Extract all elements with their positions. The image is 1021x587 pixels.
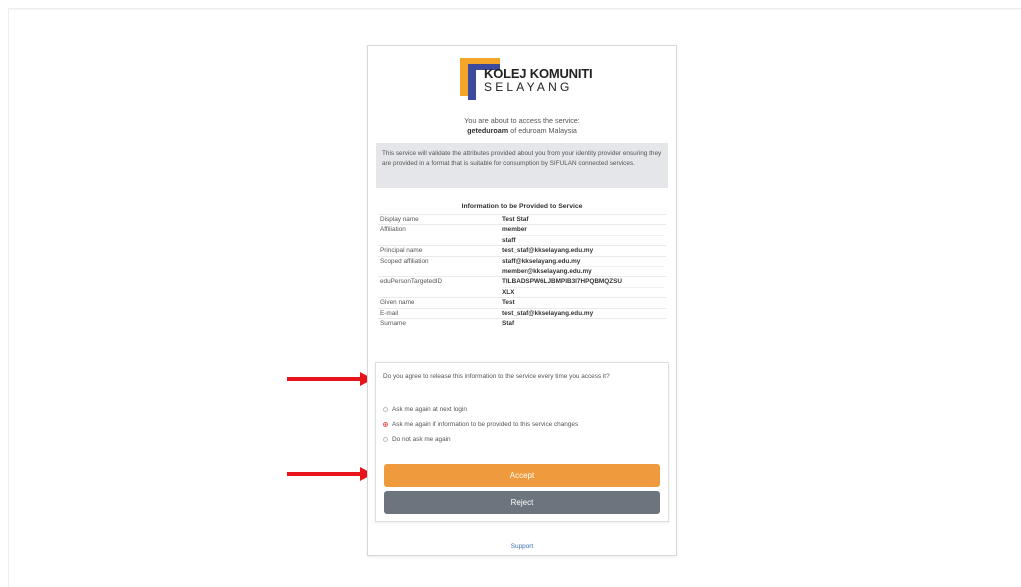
logo-line1: KOLEJ KOMUNITI xyxy=(484,66,593,81)
radio-ask-next-login[interactable] xyxy=(383,407,388,412)
intro-line1: You are about to access the service: xyxy=(464,116,580,125)
option-label: Ask me again if information to be provid… xyxy=(392,421,579,428)
info-title: Information to be Provided to Service xyxy=(461,203,583,210)
attribute-value: test_staf@kkselayang.edu.my xyxy=(500,307,666,319)
radio-do-not-ask[interactable] xyxy=(383,437,388,442)
intro-text: You are about to access the service: get… xyxy=(368,116,676,136)
attribute-row: Scoped affiliation staff@kkselayang.edu.m… xyxy=(378,255,666,277)
attribute-row: Display name Test Staf xyxy=(378,213,666,225)
kolej-komuniti-logo: KOLEJ KOMUNITI SELAYANG xyxy=(460,58,593,104)
consent-card: KOLEJ KOMUNITI SELAYANG You are about to… xyxy=(367,45,677,556)
attribute-value-item: Staf xyxy=(502,320,515,328)
attribute-value: Test Staf xyxy=(500,213,666,225)
attribute-row: Surname Staf xyxy=(378,318,666,329)
attribute-row: eduPersonTargetedID TILBADSPW6LJBMPIB3I7H… xyxy=(378,276,666,298)
option-ask-next-login[interactable]: Ask me again at next login xyxy=(383,406,467,413)
service-name: geteduroam xyxy=(467,126,509,135)
attribute-value-item: XLX xyxy=(502,288,515,296)
option-label: Ask me again at next login xyxy=(392,406,467,413)
attribute-value-item: staff xyxy=(502,236,516,244)
attribute-key: Given name xyxy=(378,297,500,309)
accept-button[interactable]: Accept xyxy=(384,464,660,487)
consent-question: Do you agree to release this information… xyxy=(383,373,610,380)
service-notice: This service will validate the attribute… xyxy=(376,143,668,188)
attribute-value-item: TILBADSPW6LJBMPIB3I7HPQBMQZSU xyxy=(502,277,664,288)
attribute-value-item: Test xyxy=(502,299,515,307)
attribute-key: Affiliation xyxy=(378,224,500,246)
attribute-key: eduPersonTargetedID xyxy=(378,276,500,298)
attribute-value: test_staf@kkselayang.edu.my xyxy=(500,245,666,257)
consent-box: Do you agree to release this information… xyxy=(375,362,669,522)
attribute-value: Staf xyxy=(500,318,666,329)
intro-line2: geteduroam of eduroam Malaysia xyxy=(368,126,676,136)
service-federation: of eduroam Malaysia xyxy=(510,126,577,135)
attribute-key: Scoped affiliation xyxy=(378,255,500,277)
attribute-table: Display name Test Staf Affiliation member st… xyxy=(378,213,666,329)
logo-line2: SELAYANG xyxy=(484,80,573,94)
attribute-value-item: staff@kkselayang.edu.my xyxy=(502,257,664,268)
annotation-arrow-accept xyxy=(287,467,373,481)
attribute-value-item: member@kkselayang.edu.my xyxy=(502,268,592,276)
attribute-key: E-mail xyxy=(378,307,500,319)
support-link[interactable]: Support xyxy=(368,543,676,550)
attribute-value: Test xyxy=(500,297,666,309)
attribute-value-item: member xyxy=(502,225,664,236)
option-ask-if-changes[interactable]: Ask me again if information to be provid… xyxy=(383,421,578,428)
attribute-row: Principal name test_staf@kkselayang.edu.m… xyxy=(378,245,666,257)
option-label: Do not ask me again xyxy=(392,436,451,443)
attribute-value: member staff xyxy=(500,224,666,246)
attribute-row: Affiliation member staff xyxy=(378,224,666,246)
attribute-value: TILBADSPW6LJBMPIB3I7HPQBMQZSU XLX xyxy=(500,276,666,298)
attribute-key: Display name xyxy=(378,213,500,225)
radio-ask-if-changes[interactable] xyxy=(383,422,388,427)
option-do-not-ask[interactable]: Do not ask me again xyxy=(383,436,451,443)
attribute-value-item: test_staf@kkselayang.edu.my xyxy=(502,309,594,317)
attribute-key: Surname xyxy=(378,318,500,329)
annotation-arrow-question xyxy=(287,372,373,386)
reject-button[interactable]: Reject xyxy=(384,491,660,514)
attribute-value: staff@kkselayang.edu.my member@kkselayang… xyxy=(500,255,666,277)
attribute-value-item: test_staf@kkselayang.edu.my xyxy=(502,247,594,255)
attribute-row: E-mail test_staf@kkselayang.edu.my xyxy=(378,307,666,319)
attribute-row: Given name Test xyxy=(378,297,666,309)
attribute-value-item: Test Staf xyxy=(502,216,529,223)
attribute-key: Principal name xyxy=(378,245,500,257)
